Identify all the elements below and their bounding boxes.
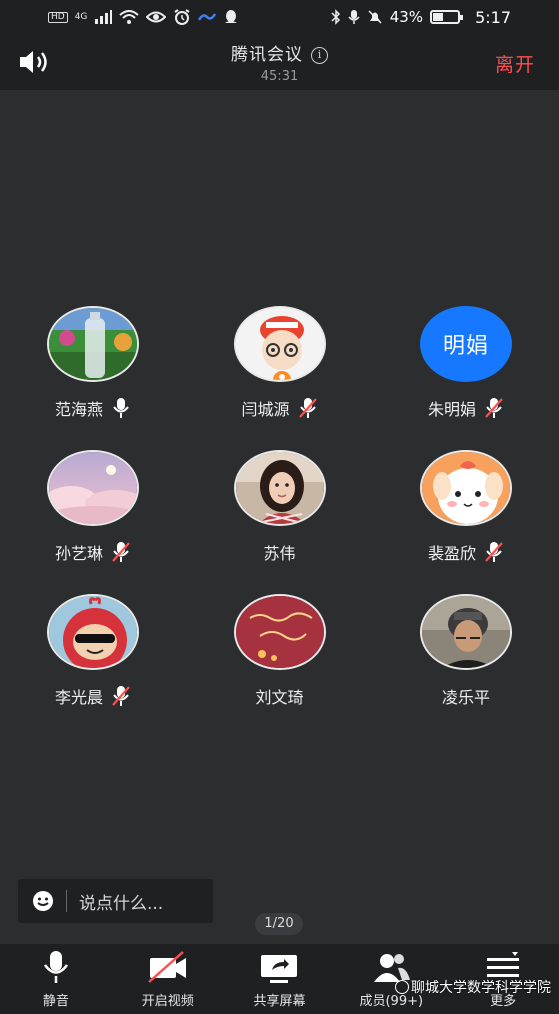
girl-photo-icon xyxy=(235,452,324,524)
share-screen-button[interactable]: 共享屏幕 xyxy=(224,944,336,1014)
battery-percent: 43% xyxy=(389,8,424,26)
meeting-timer: 45:31 xyxy=(260,69,299,84)
alarm-icon xyxy=(174,9,190,25)
participant-name: 李光晨 xyxy=(54,688,103,707)
pink-sky-photo-icon xyxy=(49,452,137,524)
avatar xyxy=(233,594,326,670)
silent-bell-icon xyxy=(368,10,382,24)
participant-name: 范海燕 xyxy=(54,400,103,419)
participant-tile[interactable]: 明娟 朱明娟 xyxy=(373,300,559,420)
mic-on-icon xyxy=(113,398,129,418)
page-indicator: 1/20 xyxy=(255,913,303,935)
mic-muted-icon xyxy=(112,686,130,706)
leave-button[interactable]: 离开 xyxy=(495,50,535,77)
divider xyxy=(66,890,67,912)
avatar xyxy=(420,594,512,670)
participant-tile[interactable]: 苏伟 xyxy=(186,444,373,564)
helmet-photo-icon xyxy=(422,596,510,668)
video-off-icon xyxy=(147,951,186,983)
avatar xyxy=(233,306,326,382)
participant-name: 裴盈欣 xyxy=(427,544,476,563)
participant-tile[interactable]: 李光晨 xyxy=(0,588,186,708)
microphone-icon xyxy=(43,951,68,983)
wifi-icon xyxy=(119,10,140,24)
avatar-initials: 明娟 xyxy=(442,334,489,359)
mute-button[interactable]: 静音 xyxy=(0,944,112,1014)
hd-icon: HD xyxy=(48,11,68,23)
participant-name: 孙艺琳 xyxy=(54,544,103,563)
start-video-label: 开启视频 xyxy=(141,994,194,1009)
mic-muted-icon xyxy=(298,398,317,418)
chat-input[interactable]: 说点什么... xyxy=(18,879,213,923)
clock: 5:17 xyxy=(475,7,511,27)
meeting-header: 腾讯会议 i 45:31 离开 xyxy=(0,34,559,90)
participant-name: 苏伟 xyxy=(263,544,296,563)
eye-icon xyxy=(146,11,167,23)
share-screen-icon xyxy=(261,955,298,983)
avatar: 明娟 xyxy=(420,306,512,382)
mic-muted-icon xyxy=(485,542,503,562)
avatar xyxy=(47,594,139,670)
bottle-photo-icon xyxy=(49,308,137,380)
avatar xyxy=(47,306,139,382)
share-screen-label: 共享屏幕 xyxy=(253,994,306,1009)
info-icon[interactable]: i xyxy=(311,47,328,64)
participant-name: 闫城源 xyxy=(241,400,290,419)
mute-label: 静音 xyxy=(42,994,69,1009)
avatar xyxy=(47,450,139,526)
participant-tile[interactable]: 刘文琦 xyxy=(186,588,373,708)
watermark: 聊城大学数学科学学院 xyxy=(395,977,551,997)
avatar xyxy=(233,450,326,526)
avatar xyxy=(420,450,512,526)
participant-tile[interactable]: 裴盈欣 xyxy=(373,444,559,564)
white-dog-icon xyxy=(422,452,510,524)
participant-name: 凌乐平 xyxy=(441,688,490,707)
wechat-official-icon xyxy=(395,980,409,994)
network-label: 4G xyxy=(74,11,88,22)
participant-grid: 范海燕 闫城源 明娟 朱明娟 孙艺琳 苏伟 裴盈欣 李光晨 刘文琦 凌乐平 xyxy=(0,300,559,708)
status-bar: HD 4G 43% 5:17 xyxy=(0,0,559,34)
meeting-title[interactable]: 腾讯会议 xyxy=(231,45,303,65)
battery-icon xyxy=(430,10,464,24)
app-notification-icon xyxy=(198,13,217,21)
chat-placeholder[interactable]: 说点什么... xyxy=(79,889,163,914)
teletubby-icon xyxy=(49,596,137,668)
emoji-icon[interactable] xyxy=(32,890,54,912)
mic-muted-icon xyxy=(485,398,503,418)
participant-tile[interactable]: 闫城源 xyxy=(186,300,373,420)
participant-name: 刘文琦 xyxy=(255,688,304,707)
participant-tile[interactable]: 凌乐平 xyxy=(373,588,559,708)
participant-tile[interactable]: 范海燕 xyxy=(0,300,186,420)
bluetooth-icon xyxy=(331,9,340,25)
watermark-text: 聊城大学数学科学学院 xyxy=(411,980,551,996)
start-video-button[interactable]: 开启视频 xyxy=(112,944,224,1014)
participant-name: 朱明娟 xyxy=(427,400,476,419)
qq-icon xyxy=(225,10,238,23)
participant-tile[interactable]: 孙艺琳 xyxy=(0,444,186,564)
mic-muted-icon xyxy=(112,542,130,562)
signal-icon xyxy=(95,10,113,24)
mic-status-icon xyxy=(348,10,360,24)
sticker-avatar-icon xyxy=(235,596,324,668)
cartoon-boy-icon xyxy=(235,308,324,380)
